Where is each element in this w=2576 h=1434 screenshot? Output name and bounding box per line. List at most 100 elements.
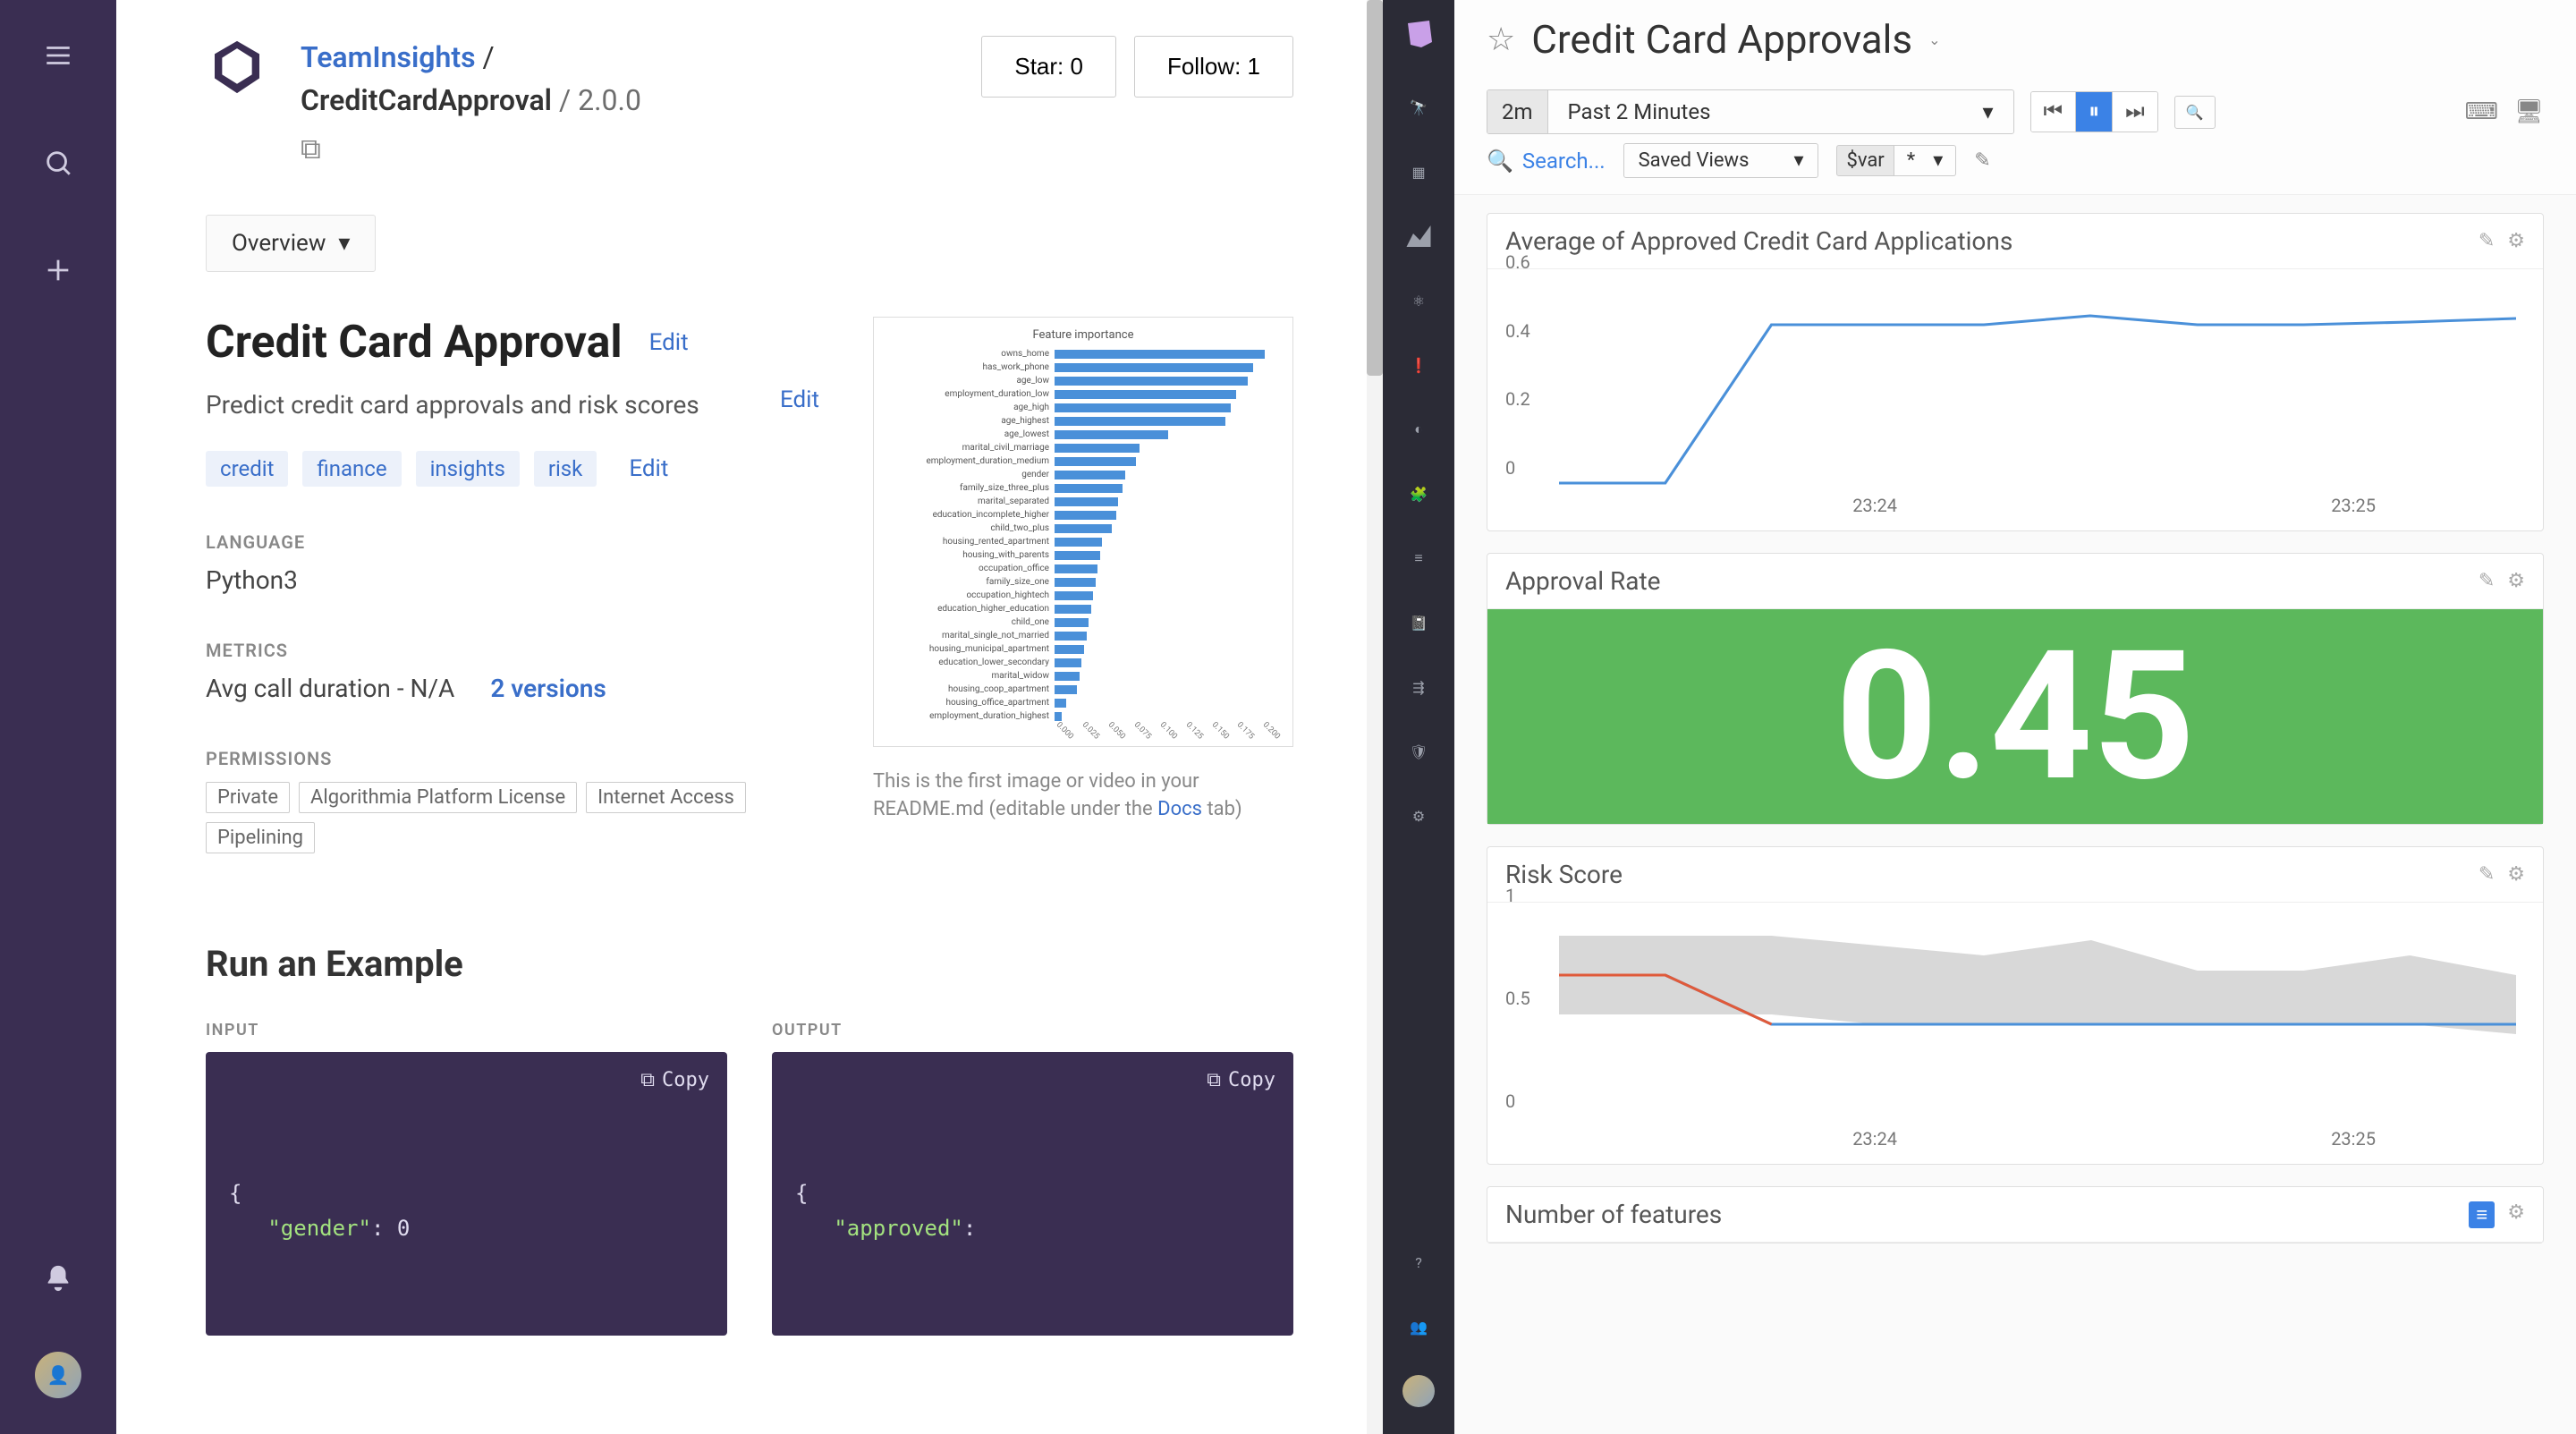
logs-icon[interactable]: ≡ bbox=[1402, 542, 1435, 574]
page-title: Credit Card Approval bbox=[206, 317, 623, 369]
feature-bar: housing_coop_apartment bbox=[885, 683, 1282, 696]
edit-widget-icon[interactable]: ✎ bbox=[2479, 570, 2495, 592]
feature-bar: age_highest bbox=[885, 414, 1282, 428]
feature-bar: employment_duration_highest bbox=[885, 709, 1282, 723]
gear-icon[interactable]: ⚙ bbox=[2507, 230, 2525, 252]
tag-credit[interactable]: credit bbox=[206, 451, 288, 487]
algo-sidebar: 👤 bbox=[0, 0, 116, 1434]
permission-tag: Internet Access bbox=[586, 782, 746, 813]
star-icon[interactable]: ☆ bbox=[1487, 21, 1515, 58]
language-value: Python3 bbox=[206, 565, 819, 595]
binoculars-icon[interactable]: 🔭 bbox=[1402, 91, 1435, 123]
feature-bar: housing_municipal_apartment bbox=[885, 642, 1282, 656]
forward-button[interactable]: ⏭ bbox=[2113, 92, 2157, 132]
time-picker[interactable]: 2m Past 2 Minutes▾ bbox=[1487, 89, 2014, 134]
dashboard-title: Credit Card Approvals bbox=[1531, 16, 1912, 63]
scrollbar-thumb[interactable] bbox=[1367, 0, 1383, 376]
docs-link[interactable]: Docs bbox=[1157, 798, 1202, 820]
edit-widget-icon[interactable]: ✎ bbox=[2479, 230, 2495, 252]
tag-risk[interactable]: risk bbox=[534, 451, 597, 487]
plus-icon[interactable] bbox=[38, 250, 78, 290]
avg-chart[interactable]: 00.20.40.6 23:2423:25 bbox=[1505, 284, 2525, 516]
feature-bar: family_size_one bbox=[885, 575, 1282, 589]
dd-sidebar: 🔭 ▦ ⚛ ❗ ◐ 🧩 ≡ 📓 ⇶ 🛡 ⚙ ? 👥 bbox=[1383, 0, 1454, 1434]
feature-bar: owns_home bbox=[885, 347, 1282, 361]
feature-bar: child_one bbox=[885, 615, 1282, 629]
risk-chart[interactable]: 00.51 23:2423:25 bbox=[1505, 917, 2525, 1150]
dd-search[interactable]: 🔍 Search... bbox=[1487, 148, 1606, 174]
list-view-icon[interactable]: ≡ bbox=[2469, 1201, 2495, 1228]
saved-views-dropdown[interactable]: Saved Views▾ bbox=[1623, 143, 1819, 178]
edit-widget-icon[interactable]: ✎ bbox=[2479, 863, 2495, 886]
chevron-down-icon[interactable]: ⌄ bbox=[1928, 31, 1940, 48]
chevron-down-icon: ▾ bbox=[338, 230, 350, 257]
search-icon[interactable] bbox=[38, 143, 78, 182]
keyboard-icon[interactable]: ⌨ bbox=[2464, 98, 2498, 125]
permission-tag: Algorithmia Platform License bbox=[299, 782, 577, 813]
permission-tag: Private bbox=[206, 782, 290, 813]
apm-icon[interactable]: ◐ bbox=[1402, 413, 1435, 445]
gear-icon[interactable]: ⚙ bbox=[2507, 863, 2525, 886]
feature-bar: occupation_hightech bbox=[885, 589, 1282, 602]
tags-row: credit finance insights risk Edit bbox=[206, 451, 819, 487]
feature-bar: age_lowest bbox=[885, 428, 1282, 441]
breadcrumb: TeamInsights / CreditCardApproval / 2.0.… bbox=[301, 36, 641, 170]
org-link[interactable]: TeamInsights bbox=[301, 40, 476, 74]
feature-bar: child_two_plus bbox=[885, 522, 1282, 535]
dd-logo-icon[interactable] bbox=[1402, 18, 1435, 50]
metrics-value: Avg call duration - N/A bbox=[206, 674, 454, 703]
readme-note: This is the first image or video in your… bbox=[873, 768, 1293, 824]
zoom-button[interactable]: 🔍 bbox=[2174, 96, 2216, 129]
bell-icon[interactable] bbox=[38, 1259, 78, 1298]
notebook-icon[interactable]: 📓 bbox=[1402, 607, 1435, 639]
input-code[interactable]: ⧉Copy { "gender": 0 bbox=[206, 1052, 727, 1336]
edit-vars-icon[interactable]: ✎ bbox=[1974, 149, 1990, 172]
feature-bar: employment_duration_low bbox=[885, 387, 1282, 401]
versions-link[interactable]: 2 versions bbox=[490, 674, 606, 703]
user-avatar[interactable]: 👤 bbox=[35, 1352, 81, 1398]
feature-bar: age_high bbox=[885, 401, 1282, 414]
metrics-icon[interactable] bbox=[1402, 220, 1435, 252]
integrations-icon[interactable]: 🧩 bbox=[1402, 478, 1435, 510]
dd-user-avatar[interactable] bbox=[1402, 1375, 1435, 1407]
security-icon[interactable]: 🛡 bbox=[1402, 735, 1435, 768]
pipelines-icon[interactable]: ⇶ bbox=[1402, 671, 1435, 703]
star-button[interactable]: Star: 0 bbox=[981, 36, 1116, 98]
follow-button[interactable]: Follow: 1 bbox=[1134, 36, 1293, 98]
rewind-button[interactable]: ⏮ bbox=[2031, 92, 2077, 132]
edit-title-link[interactable]: Edit bbox=[649, 329, 689, 356]
permissions-tags: Private Algorithmia Platform License Inter… bbox=[206, 782, 819, 853]
tag-finance[interactable]: finance bbox=[302, 451, 401, 487]
tag-insights[interactable]: insights bbox=[416, 451, 520, 487]
approval-rate-value: 0.45 bbox=[1487, 609, 2543, 824]
feature-bar: employment_duration_medium bbox=[885, 454, 1282, 468]
copy-output-button[interactable]: ⧉Copy bbox=[1207, 1065, 1275, 1096]
search-icon: 🔍 bbox=[1487, 148, 1513, 174]
infrastructure-icon[interactable]: ⚛ bbox=[1402, 284, 1435, 317]
menu-icon[interactable] bbox=[38, 36, 78, 75]
feature-bar: marital_separated bbox=[885, 495, 1282, 508]
input-label: INPUT bbox=[206, 1021, 727, 1039]
edit-tags-link[interactable]: Edit bbox=[629, 455, 668, 482]
help-icon[interactable]: ? bbox=[1402, 1246, 1435, 1278]
chevron-down-icon: ▾ bbox=[1983, 99, 1994, 124]
feature-bar: education_lower_secondary bbox=[885, 656, 1282, 669]
widget-average-approved: Average of Approved Credit Card Applicat… bbox=[1487, 213, 2544, 531]
copy-icon: ⧉ bbox=[1207, 1065, 1221, 1096]
copy-path-icon[interactable]: ⧉ bbox=[301, 127, 321, 170]
template-var-value[interactable]: *▾ bbox=[1894, 145, 1957, 176]
gear-icon[interactable]: ⚙ bbox=[2507, 1201, 2525, 1228]
monitor-icon[interactable]: 🖥 bbox=[2514, 98, 2544, 125]
widget-num-features: Number of features ≡⚙ bbox=[1487, 1186, 2544, 1243]
copy-input-button[interactable]: ⧉Copy bbox=[640, 1065, 709, 1096]
dashboard-icon[interactable]: ▦ bbox=[1402, 156, 1435, 188]
feature-bar: has_work_phone bbox=[885, 361, 1282, 374]
pause-button[interactable]: ⏸ bbox=[2076, 92, 2113, 132]
feature-bar: housing_office_apartment bbox=[885, 696, 1282, 709]
overview-dropdown[interactable]: Overview ▾ bbox=[206, 215, 376, 272]
team-icon[interactable]: 👥 bbox=[1402, 1311, 1435, 1343]
alert-icon[interactable]: ❗ bbox=[1402, 349, 1435, 381]
gear-icon[interactable]: ⚙ bbox=[2507, 570, 2525, 592]
edit-desc-link[interactable]: Edit bbox=[780, 386, 819, 413]
settings-icon[interactable]: ⚙ bbox=[1402, 800, 1435, 832]
